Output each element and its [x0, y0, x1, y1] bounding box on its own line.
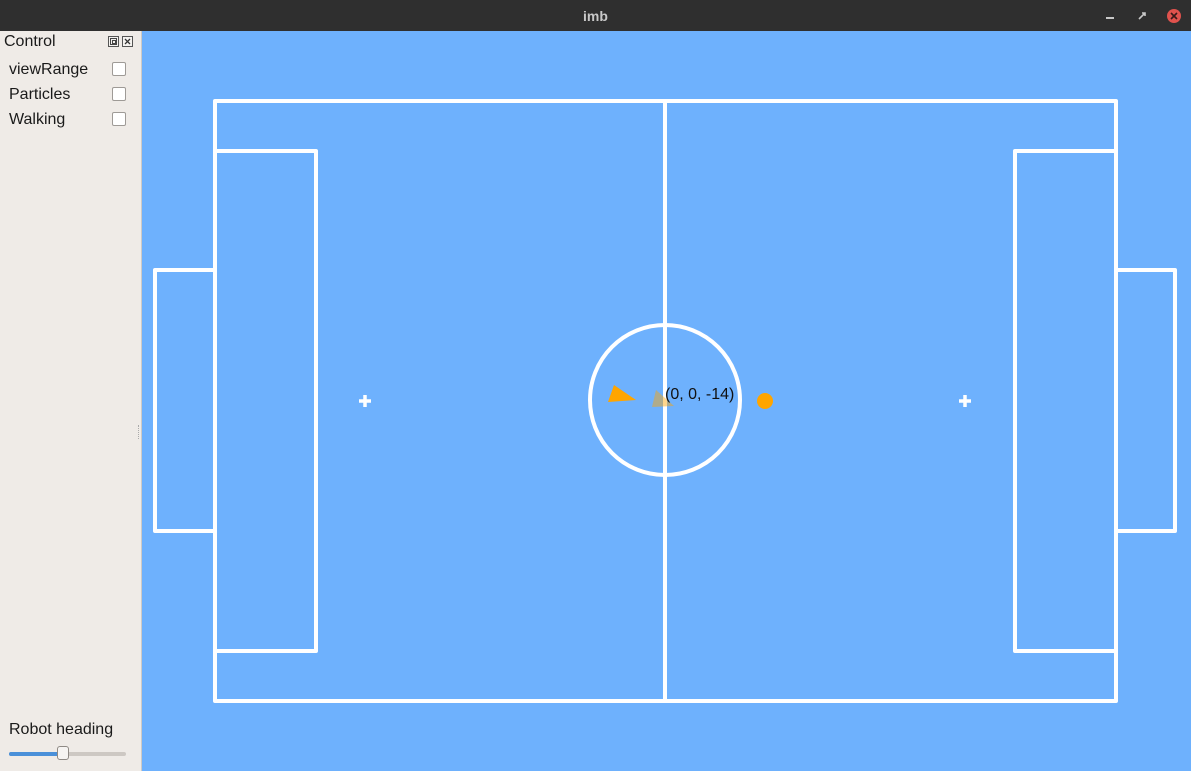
window-titlebar[interactable]: imb — [0, 0, 1191, 32]
option-view-range[interactable]: viewRange — [9, 60, 131, 82]
option-label: Particles — [9, 86, 71, 103]
minimize-icon — [1106, 17, 1114, 19]
control-dock: Control viewRange Particles Walking Robo… — [0, 31, 142, 771]
float-icon — [110, 38, 117, 45]
right-penalty-area — [1013, 149, 1118, 653]
dock-title: Control — [4, 33, 56, 50]
close-icon — [124, 38, 131, 45]
dock-close-button[interactable] — [122, 36, 133, 47]
dock-float-button[interactable] — [108, 36, 119, 47]
minimize-button[interactable] — [1102, 8, 1118, 24]
robot-heading-slider[interactable] — [9, 745, 126, 763]
left-goal — [153, 268, 217, 533]
particles-checkbox[interactable] — [112, 87, 126, 101]
field-view[interactable]: (0, 0, -14) — [142, 31, 1191, 771]
walking-checkbox[interactable] — [112, 112, 126, 126]
dock-splitter-handle[interactable] — [138, 425, 141, 439]
option-walking[interactable]: Walking — [9, 110, 131, 132]
right-penalty-mark — [959, 395, 971, 407]
maximize-button[interactable] — [1134, 8, 1150, 24]
left-penalty-mark — [359, 395, 371, 407]
view-range-checkbox[interactable] — [112, 62, 126, 76]
close-button[interactable] — [1166, 8, 1182, 24]
option-particles[interactable]: Particles — [9, 85, 131, 107]
ball-marker — [757, 393, 773, 409]
option-label: Walking — [9, 111, 66, 128]
robot-heading-label: Robot heading — [9, 721, 114, 738]
restore-icon — [1138, 12, 1146, 20]
slider-handle[interactable] — [57, 746, 69, 760]
window-title: imb — [583, 8, 608, 24]
right-goal — [1114, 268, 1177, 533]
robot-marker — [608, 385, 636, 402]
close-icon — [1167, 9, 1181, 23]
option-label: viewRange — [9, 61, 89, 78]
left-penalty-area — [213, 149, 318, 653]
robot-pose-label: (0, 0, -14) — [665, 386, 735, 403]
slider-fill — [9, 752, 63, 756]
